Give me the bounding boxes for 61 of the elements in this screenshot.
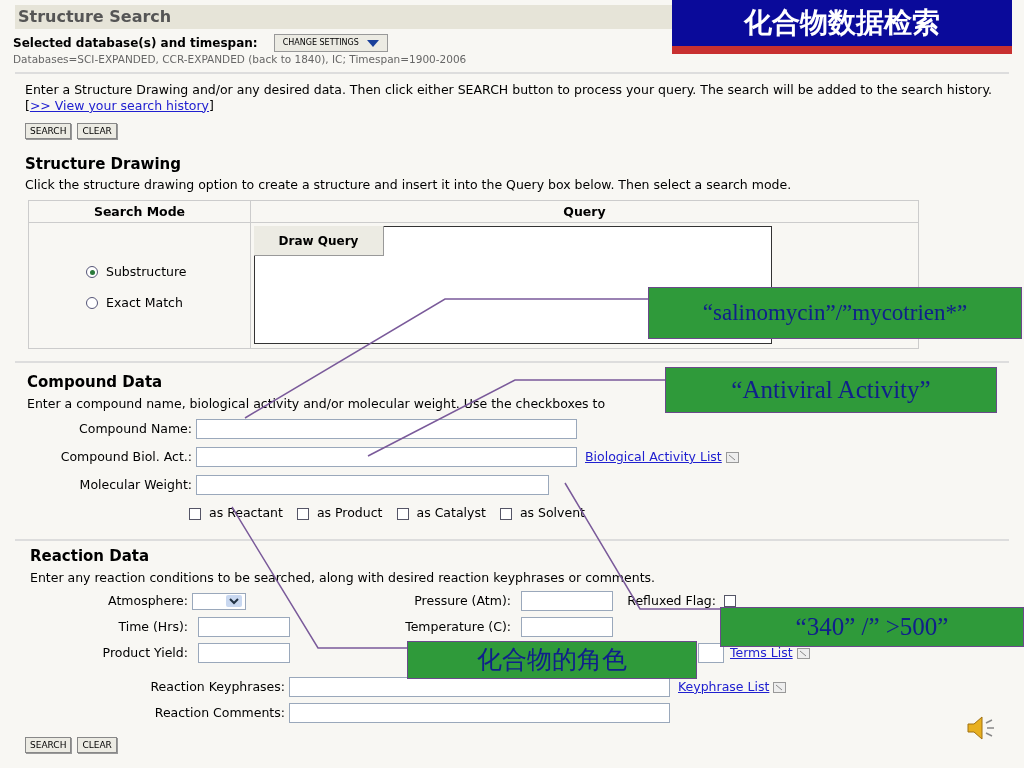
callout-label: 化合物的角色 <box>407 641 697 679</box>
field-label: Compound Name: <box>78 419 192 438</box>
input-field[interactable] <box>196 447 577 468</box>
form-button[interactable]: SEARCH <box>25 122 72 139</box>
field-label: Reaction Comments: <box>153 703 285 722</box>
field-label: Reaction Keyphrases: <box>149 677 285 696</box>
input-field[interactable] <box>289 677 670 698</box>
input-field[interactable] <box>521 591 613 612</box>
checkbox-label: as Catalyst <box>416 504 486 523</box>
field-label: Time (Hrs): <box>117 617 189 636</box>
checkbox[interactable] <box>396 507 409 520</box>
page-title: Structure Search <box>18 6 172 28</box>
popup-icon <box>773 681 787 693</box>
form-button[interactable]: CLEAR <box>77 737 117 754</box>
column-header: Search Mode <box>29 201 251 223</box>
radio-label: Exact Match <box>106 293 183 312</box>
database-info: Databases=SCI-EXPANDED, CCR-EXPANDED (back to 1840), IC; Timespan=1900-2006 <box>13 52 468 67</box>
list-link[interactable]: Biological Activity List <box>585 447 722 467</box>
list-link[interactable]: Keyphrase List <box>678 677 770 697</box>
checkbox[interactable] <box>189 507 201 520</box>
input-field[interactable] <box>196 475 549 496</box>
field-label: Product Yield: <box>101 643 189 662</box>
form-button[interactable]: CLEAR <box>77 122 117 139</box>
field-label: Temperature (C): <box>404 617 512 636</box>
database-label: Selected database(s) and timespan: <box>13 35 258 52</box>
callout-label: “Antiviral Activity” <box>665 367 997 413</box>
input-field[interactable] <box>198 617 290 638</box>
change-settings-button[interactable]: CHANGE SETTINGS <box>273 34 388 52</box>
form-button[interactable]: SEARCH <box>25 737 72 754</box>
section-heading: Compound Data <box>27 372 163 393</box>
field-label: Molecular Weight: <box>78 475 192 494</box>
checkbox-label: as Product <box>316 504 383 523</box>
popup-icon <box>725 451 739 463</box>
input-field[interactable] <box>198 643 290 664</box>
dropdown[interactable] <box>192 592 246 610</box>
field-label: Pressure (Atm): <box>413 591 512 610</box>
radio-label: Substructure <box>106 262 187 281</box>
input-field[interactable] <box>698 643 724 664</box>
chevron-down-icon <box>226 595 242 608</box>
checkbox[interactable] <box>296 507 309 520</box>
field-label: Compound Biol. Act.: <box>59 447 192 466</box>
caret-icon <box>366 39 379 47</box>
slide-title: 化合物数据检索 <box>672 0 1012 54</box>
popup-icon <box>796 647 810 659</box>
section-heading: Reaction Data <box>30 546 151 567</box>
input-field[interactable] <box>521 617 613 638</box>
column-header: Query <box>251 201 918 223</box>
input-field[interactable] <box>196 419 577 440</box>
input-field[interactable] <box>289 703 670 724</box>
history-link[interactable]: >> View your search history <box>29 97 210 113</box>
draw-query-tab[interactable]: Draw Query <box>254 226 384 256</box>
callout-label: “340” /” >500” <box>720 607 1024 647</box>
intro-text: Enter a Structure Drawing and/or any desired data. Then click either SEARCH button to process your query. The search will be added to the search history. [>> View your search history] <box>25 81 994 114</box>
checkbox[interactable] <box>724 595 736 608</box>
radio-button[interactable] <box>86 266 98 279</box>
section-description: Click the structure drawing option to create a structure and insert it into the Query box below. Then select a search mode. <box>25 176 793 195</box>
callout-label: “salinomycin”/”mycotrien*” <box>648 287 1022 339</box>
radio-button[interactable] <box>86 296 98 309</box>
checkbox[interactable] <box>499 507 512 520</box>
field-label: Atmosphere: <box>107 591 189 610</box>
section-heading: Structure Drawing <box>25 153 182 175</box>
